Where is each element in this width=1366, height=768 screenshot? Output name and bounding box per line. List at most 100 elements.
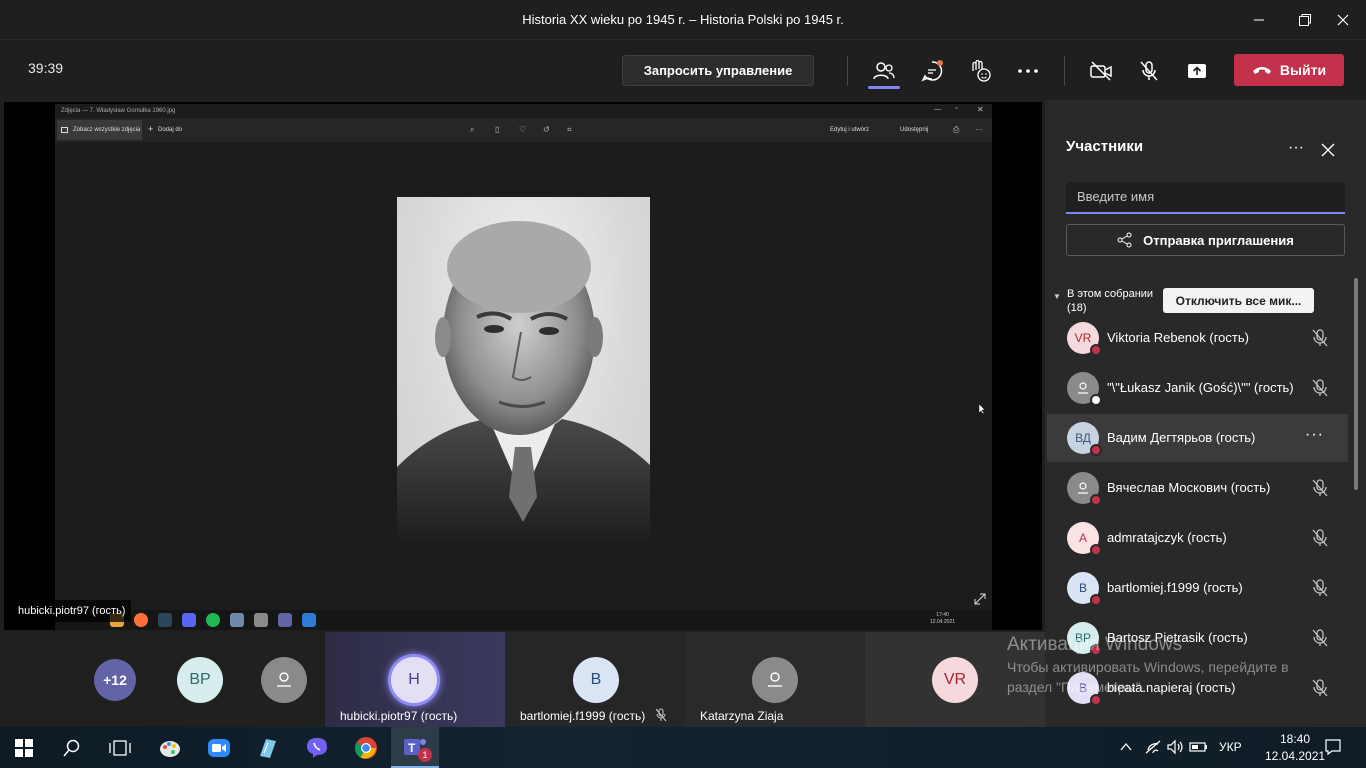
participants-toggle[interactable] bbox=[868, 55, 900, 87]
delete-icon: ▯ bbox=[495, 125, 500, 134]
task-view-button[interactable] bbox=[96, 727, 144, 768]
participant-name: Вячеслав Москович (гость) bbox=[1107, 480, 1271, 495]
see-all-photos-button: Zobacz wszystkie zdjęcia bbox=[57, 120, 142, 140]
more-actions-button[interactable] bbox=[1012, 55, 1044, 87]
svg-text:T: T bbox=[408, 741, 416, 755]
taskbar-chrome-app[interactable] bbox=[342, 727, 390, 768]
shared-taskbar-app-icon bbox=[278, 613, 292, 627]
participant-name: "\"Łukasz Janik (Gość)\"" (гость) bbox=[1107, 380, 1294, 395]
shared-taskbar-app-icon bbox=[254, 613, 268, 627]
mic-off-icon bbox=[1311, 578, 1329, 598]
share-photo-button: Udostępnij bbox=[900, 127, 929, 133]
in-meeting-section-header[interactable]: В этом собрании (18) bbox=[1067, 287, 1167, 315]
participant-search-input[interactable]: Введите имя bbox=[1066, 182, 1345, 214]
minimize-icon bbox=[1254, 19, 1264, 21]
send-invite-button[interactable]: Отправка приглашения bbox=[1066, 224, 1345, 256]
person-icon bbox=[277, 672, 291, 687]
meeting-timer: 39:39 bbox=[28, 60, 64, 76]
start-button[interactable] bbox=[0, 727, 48, 768]
participant-tile[interactable]: BP bbox=[160, 632, 240, 727]
participant-more-button[interactable]: ··· bbox=[1305, 426, 1324, 444]
chevron-down-icon[interactable]: ▼ bbox=[1053, 292, 1061, 301]
shared-clock-date: 12.04.2021 bbox=[930, 619, 956, 625]
restore-icon bbox=[1299, 14, 1311, 26]
mic-off-icon bbox=[1311, 378, 1329, 398]
avatar: H bbox=[388, 654, 440, 706]
participant-tile[interactable] bbox=[244, 632, 324, 727]
raise-hand-button[interactable] bbox=[964, 55, 996, 87]
taskbar-zoom-app[interactable] bbox=[195, 727, 243, 768]
shared-taskbar-app-icon bbox=[206, 613, 220, 627]
more-participants-button[interactable]: +12 bbox=[94, 659, 136, 701]
viber-icon bbox=[307, 737, 327, 758]
mute-all-button[interactable]: Отключить все мик... bbox=[1163, 288, 1314, 313]
participant-tile[interactable]: B bartlomiej.f1999 (гость) bbox=[505, 632, 685, 727]
participant-row[interactable]: Bbartlomiej.f1999 (гость) bbox=[1047, 564, 1348, 612]
taskbar-notes-app[interactable] bbox=[244, 727, 292, 768]
share-tray-icon bbox=[1188, 64, 1206, 78]
taskbar-viber-app[interactable] bbox=[293, 727, 341, 768]
person-icon bbox=[768, 672, 782, 687]
participant-row[interactable]: "\"Łukasz Janik (Gość)\"" (гость) bbox=[1047, 364, 1348, 412]
panel-close-button[interactable] bbox=[1321, 143, 1335, 162]
participant-tile[interactable]: Katarzyna Ziaja bbox=[685, 632, 865, 727]
notifications-icon bbox=[1325, 739, 1341, 756]
share-screen-button[interactable] bbox=[1181, 55, 1213, 87]
close-icon bbox=[1337, 14, 1349, 26]
avatar bbox=[752, 657, 798, 703]
shared-taskbar-app-icon bbox=[158, 613, 172, 627]
participant-row[interactable]: Aadmratajczyk (гость) bbox=[1047, 514, 1348, 562]
presence-status-dot bbox=[1090, 344, 1102, 356]
battery-button[interactable] bbox=[1189, 740, 1209, 759]
minimize-button[interactable] bbox=[1236, 0, 1282, 40]
notification-badge: 1 bbox=[418, 748, 432, 762]
mic-toggle[interactable] bbox=[1133, 55, 1165, 87]
leave-button[interactable]: Выйти bbox=[1234, 54, 1344, 86]
request-control-button[interactable]: Запросить управление bbox=[622, 55, 814, 86]
shared-clock-time: 17:40 bbox=[936, 612, 949, 618]
rotate-icon: ↺ bbox=[543, 125, 550, 134]
shared-taskbar-app-icon bbox=[302, 613, 316, 627]
volume-icon bbox=[1167, 739, 1183, 755]
search-button[interactable] bbox=[48, 727, 96, 768]
camera-off-icon bbox=[1090, 61, 1112, 81]
participant-row[interactable]: ВД Вадим Дегтярьов (гость) ··· bbox=[1047, 414, 1348, 462]
active-tab-indicator bbox=[868, 86, 900, 89]
panel-more-button[interactable]: ··· bbox=[1288, 139, 1304, 157]
more-icon bbox=[1018, 69, 1038, 73]
volume-button[interactable] bbox=[1166, 739, 1184, 760]
taskbar-paint-app[interactable] bbox=[146, 727, 194, 768]
chat-toggle[interactable] bbox=[916, 55, 948, 87]
hang-up-icon bbox=[1252, 67, 1271, 74]
taskbar-clock[interactable]: 18:40 12.04.2021 bbox=[1265, 731, 1325, 765]
person-icon bbox=[1078, 382, 1088, 394]
tile-name: hubicki.piotr97 (гость) bbox=[340, 709, 458, 723]
close-window-button[interactable] bbox=[1320, 0, 1366, 40]
shared-taskbar-app-icon bbox=[230, 613, 244, 627]
chrome-icon bbox=[355, 736, 377, 759]
participant-name: Вадим Дегтярьов (гость) bbox=[1107, 430, 1256, 445]
presenter-name-label: hubicki.piotr97 (гость) bbox=[12, 600, 132, 622]
language-indicator[interactable]: УКР bbox=[1219, 740, 1242, 754]
tile-name: Katarzyna Ziaja bbox=[700, 709, 784, 723]
network-button[interactable] bbox=[1144, 739, 1162, 760]
plus-icon: + bbox=[148, 124, 154, 134]
shared-clock: 17:40 12.04.2021 bbox=[930, 612, 955, 626]
tile-name: bartlomiej.f1999 (гость) bbox=[520, 709, 646, 723]
participant-row[interactable]: Вячеслав Москович (гость) bbox=[1047, 464, 1348, 512]
mic-off-icon bbox=[1311, 628, 1329, 648]
mic-off-icon bbox=[1311, 328, 1329, 348]
search-icon bbox=[63, 739, 80, 756]
participant-tile-active[interactable]: H hubicki.piotr97 (гость) bbox=[325, 632, 505, 727]
tray-overflow-button[interactable] bbox=[1119, 740, 1133, 759]
notes-icon bbox=[260, 738, 276, 758]
windows-logo-icon bbox=[15, 738, 33, 757]
participant-row[interactable]: VR Viktoria Rebenok (гость) bbox=[1047, 314, 1348, 362]
action-center-button[interactable] bbox=[1324, 738, 1342, 761]
presence-status-dot bbox=[1090, 394, 1102, 406]
panel-scrollbar[interactable] bbox=[1354, 278, 1358, 490]
toolbar-divider bbox=[1064, 56, 1065, 86]
crop-icon: ⌗ bbox=[567, 125, 572, 134]
camera-toggle[interactable] bbox=[1085, 55, 1117, 87]
taskbar-teams-app[interactable]: T 1 bbox=[391, 727, 439, 768]
